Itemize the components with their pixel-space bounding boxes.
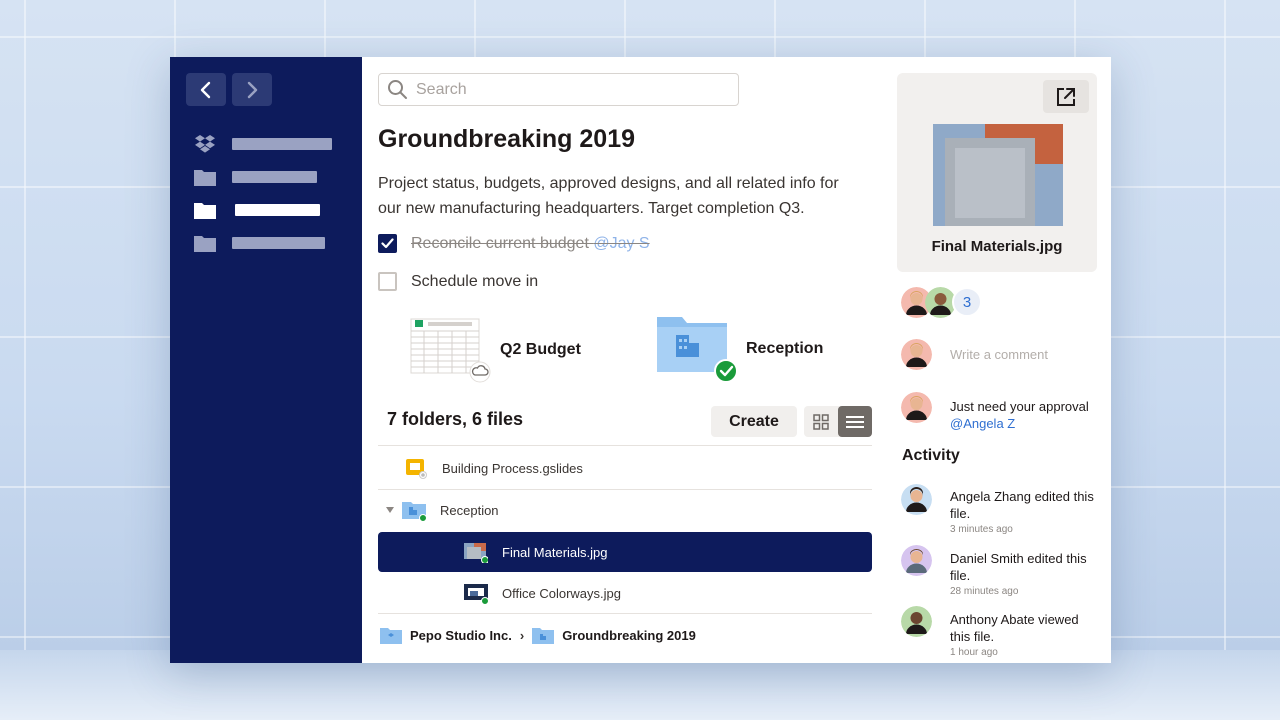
file-row[interactable]: Building Process.gslides: [378, 448, 872, 488]
image-thumbnail: [933, 124, 1063, 226]
forward-button[interactable]: [232, 73, 272, 106]
preview-file-name: Final Materials.jpg: [931, 238, 1063, 255]
sidebar-item-label: [232, 138, 332, 150]
slides-icon: [406, 459, 427, 479]
checkbox-unchecked[interactable]: [378, 272, 397, 291]
activity-item: Daniel Smith edited this file. 28 minute…: [950, 550, 1100, 599]
folder-icon: [194, 203, 216, 219]
file-name: Reception: [440, 502, 499, 518]
checkbox-checked[interactable]: [378, 234, 397, 253]
breadcrumb: Pepo Studio Inc. › Groundbreaking 2019: [380, 626, 696, 644]
open-external-button[interactable]: [1043, 80, 1089, 113]
chevron-right-icon: ›: [519, 627, 525, 643]
sidebar-item-label: [232, 171, 317, 183]
open-external-icon: [1057, 87, 1075, 106]
folder-icon: [532, 628, 555, 644]
folder-row[interactable]: Reception: [378, 490, 872, 530]
file-name: Building Process.gslides: [442, 460, 583, 476]
activity-item: Anthony Abate viewed this file. 1 hour a…: [950, 611, 1100, 660]
sidebar-item-folder-3[interactable]: [194, 234, 325, 252]
comment-mention[interactable]: @Angela Z: [950, 416, 1015, 431]
divider: [378, 613, 872, 614]
task-item-done[interactable]: Reconcile current budget @Jay S: [378, 234, 650, 253]
card-label: Q2 Budget: [500, 341, 581, 358]
page-description: Project status, budgets, approved design…: [378, 175, 839, 217]
task-label: Schedule move in: [411, 272, 539, 290]
file-name: Office Colorways.jpg: [502, 585, 621, 601]
avatar: [901, 545, 932, 576]
list-view-button[interactable]: [838, 406, 872, 437]
main-content: Groundbreaking 2019 Project status, budg…: [362, 57, 880, 663]
chevron-left-icon: [200, 81, 211, 98]
sidebar-item-folder-1[interactable]: [194, 168, 317, 186]
activity-time: 1 hour ago: [950, 647, 998, 658]
dropbox-icon: [195, 135, 215, 153]
activity-text: Daniel Smith edited this file.: [950, 551, 1087, 583]
folder-icon: [402, 502, 426, 521]
spreadsheet-icon: [410, 318, 491, 383]
sidebar-item-folder-active[interactable]: [194, 201, 320, 219]
sidebar-item-label: [232, 237, 325, 249]
activity-item: Angela Zhang edited this file. 3 minutes…: [950, 488, 1100, 537]
list-icon: [846, 415, 864, 428]
folder-icon: [657, 317, 738, 383]
activity-heading: Activity: [902, 447, 960, 464]
folder-file-count: 7 folders, 6 files: [387, 409, 524, 429]
search-input[interactable]: [416, 80, 716, 99]
divider: [378, 445, 872, 446]
avatar: [901, 339, 932, 370]
check-icon: [381, 238, 394, 249]
chevron-right-icon: [247, 81, 258, 98]
search-icon: [388, 80, 407, 99]
search-box[interactable]: [378, 73, 739, 106]
page-title: Groundbreaking 2019: [378, 125, 636, 153]
details-panel: Final Materials.jpg 3 Write a comment Ju…: [880, 57, 1111, 663]
activity-text: Angela Zhang edited this file.: [950, 489, 1094, 521]
card-reception[interactable]: Reception: [656, 313, 823, 385]
comment-input[interactable]: Write a comment: [950, 347, 1048, 362]
card-q2-budget[interactable]: Q2 Budget: [410, 317, 581, 383]
activity-time: 3 minutes ago: [950, 524, 1013, 535]
file-preview[interactable]: Final Materials.jpg: [897, 73, 1097, 272]
file-row[interactable]: Office Colorways.jpg: [378, 573, 872, 613]
task-text: Reconcile current budget: [411, 234, 594, 252]
grid-icon: [813, 413, 829, 430]
app-window: Groundbreaking 2019 Project status, budg…: [170, 57, 1111, 663]
task-label: Reconcile current budget @Jay S: [411, 235, 650, 253]
avatar: [901, 606, 932, 637]
image-icon: [464, 543, 488, 563]
breadcrumb-item[interactable]: Groundbreaking 2019: [562, 628, 696, 643]
card-label: Reception: [746, 340, 824, 357]
file-row-selected[interactable]: Final Materials.jpg: [378, 532, 872, 572]
expand-triangle-icon[interactable]: [386, 507, 394, 513]
back-button[interactable]: [186, 73, 226, 106]
task-mention[interactable]: @Jay S: [593, 235, 649, 252]
sidebar-item-home[interactable]: [194, 135, 332, 153]
activity-time: 28 minutes ago: [950, 586, 1019, 597]
shared-count-badge[interactable]: 3: [952, 287, 982, 317]
avatar: [901, 484, 932, 515]
view-toggle: [804, 406, 872, 437]
comment: Just need your approval @Angela Z: [950, 398, 1100, 432]
breadcrumb-item[interactable]: Pepo Studio Inc.: [410, 628, 512, 643]
avatar: [901, 392, 932, 423]
sidebar: [170, 57, 362, 663]
create-button[interactable]: Create: [711, 406, 797, 437]
sidebar-item-label: [235, 204, 320, 216]
grid-view-button[interactable]: [804, 406, 838, 437]
image-icon: [464, 584, 488, 604]
folder-icon: [194, 170, 216, 186]
task-item-open[interactable]: Schedule move in: [378, 272, 538, 291]
activity-text: Anthony Abate viewed this file.: [950, 612, 1079, 644]
dropbox-folder-icon: [380, 628, 402, 644]
folder-icon: [194, 236, 216, 252]
comment-text: Just need your approval: [950, 399, 1089, 414]
file-name: Final Materials.jpg: [502, 544, 608, 560]
